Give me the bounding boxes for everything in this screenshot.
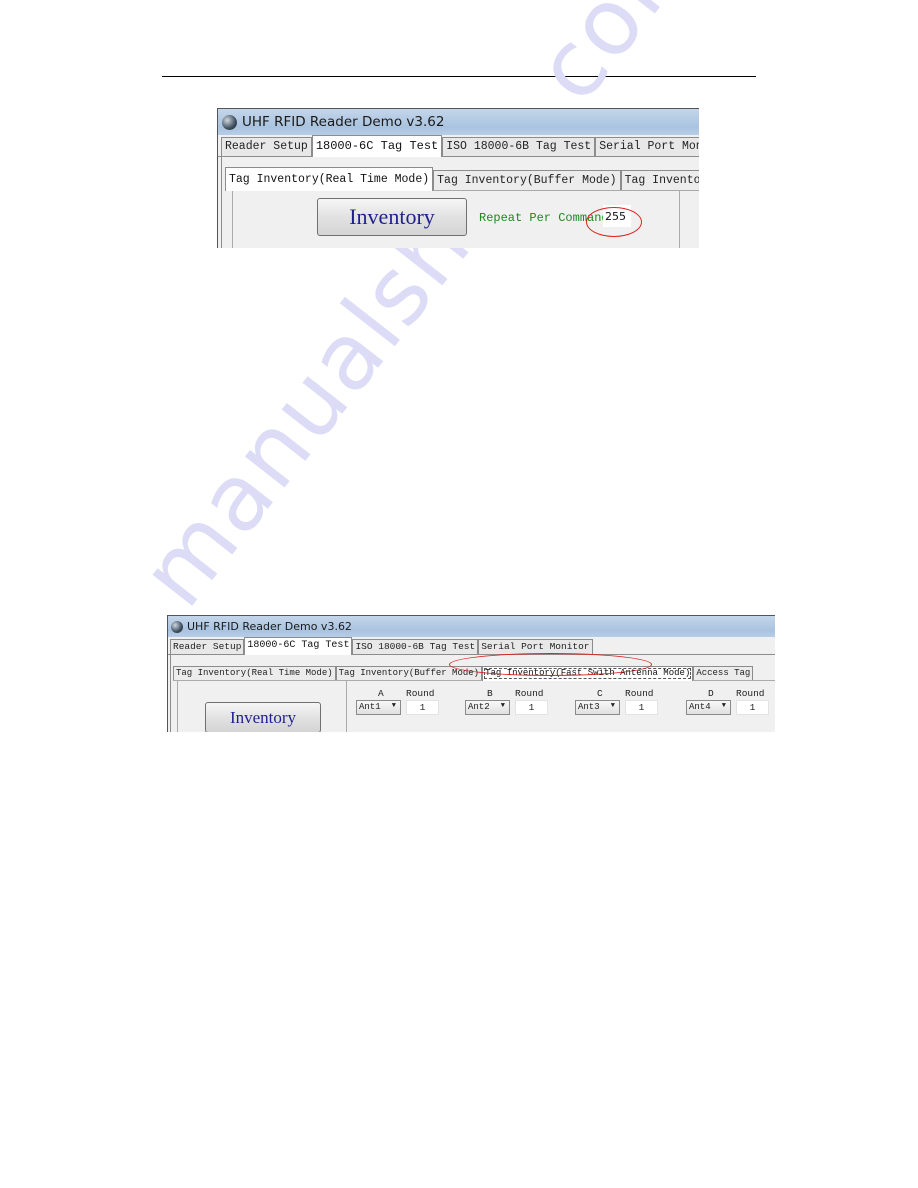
main-tabs: Reader Setup 18000-6C Tag Test ISO 18000… xyxy=(168,637,775,655)
subtab-fast-switch-antenna-mode[interactable]: Tag Inventory(Fast Swith Antenna Mode) xyxy=(482,666,694,681)
window-title: UHF RFID Reader Demo v3.62 xyxy=(187,620,352,633)
sub-tabs: Tag Inventory(Real Time Mode) Tag Invent… xyxy=(173,664,775,681)
chevron-down-icon: ▼ xyxy=(610,702,615,710)
page-header-rule xyxy=(162,76,756,77)
antenna-select-value: Ant4 xyxy=(689,702,711,712)
panel-divider xyxy=(679,191,680,248)
antenna-b-select[interactable]: Ant2 ▼ xyxy=(465,700,510,715)
app-globe-icon xyxy=(222,114,237,130)
chevron-down-icon: ▼ xyxy=(391,702,396,710)
repeat-per-command-label: Repeat Per Command xyxy=(479,211,609,225)
subtab-fast-switch-antenna-mode[interactable]: Tag Inventory(Fas xyxy=(620,170,699,190)
sub-tabs: Tag Inventory(Real Time Mode) Tag Invent… xyxy=(225,167,699,191)
inventory-button[interactable]: Inventory xyxy=(317,198,467,236)
tab-reader-setup[interactable]: Reader Setup xyxy=(221,137,312,156)
antenna-select-value: Ant2 xyxy=(468,702,490,712)
antenna-letter: C xyxy=(597,688,603,699)
inventory-content: Inventory Repeat Per Command xyxy=(232,191,699,248)
tab-reader-setup[interactable]: Reader Setup xyxy=(170,639,245,654)
tab-serial-port-monitor[interactable]: Serial Port Monitor xyxy=(478,639,593,654)
chevron-down-icon: ▼ xyxy=(500,702,505,710)
panel-divider xyxy=(346,681,347,732)
subtab-real-time-mode[interactable]: Tag Inventory(Real Time Mode) xyxy=(173,666,336,680)
tab-serial-port-monitor[interactable]: Serial Port Monitor xyxy=(595,137,699,156)
subtab-buffer-mode[interactable]: Tag Inventory(Buffer Mode) xyxy=(433,170,621,190)
round-label: Round xyxy=(625,688,654,699)
subtab-access-tag[interactable]: Access Tag xyxy=(693,666,754,680)
round-d-input[interactable]: 1 xyxy=(736,700,769,715)
watermark: manualshive.com xyxy=(120,0,724,626)
antenna-d-select[interactable]: Ant4 ▼ xyxy=(686,700,731,715)
round-label: Round xyxy=(515,688,544,699)
chevron-down-icon: ▼ xyxy=(721,702,726,710)
screenshot-fast-switch-antenna-mode: UHF RFID Reader Demo v3.62 Reader Setup … xyxy=(167,615,775,732)
tab-18000-6c-tag-test[interactable]: 18000-6C Tag Test xyxy=(311,135,443,157)
subtab-buffer-mode[interactable]: Tag Inventory(Buffer Mode) xyxy=(335,666,483,680)
tab-panel: Tag Inventory(Real Time Mode) Tag Invent… xyxy=(170,655,775,732)
antenna-letter: A xyxy=(378,688,384,699)
app-globe-icon xyxy=(171,620,183,633)
round-b-input[interactable]: 1 xyxy=(515,700,548,715)
round-label: Round xyxy=(406,688,435,699)
title-bar: UHF RFID Reader Demo v3.62 xyxy=(168,616,775,637)
main-tabs: Reader Setup 18000-6C Tag Test ISO 18000… xyxy=(218,135,699,157)
antenna-select-value: Ant3 xyxy=(578,702,600,712)
round-label: Round xyxy=(736,688,765,699)
window-title: UHF RFID Reader Demo v3.62 xyxy=(242,114,445,130)
screenshot-real-time-mode: UHF RFID Reader Demo v3.62 Reader Setup … xyxy=(217,108,699,248)
tab-iso-18000-6b-tag-test[interactable]: ISO 18000-6B Tag Test xyxy=(442,137,596,156)
round-c-input[interactable]: 1 xyxy=(625,700,658,715)
tab-18000-6c-tag-test[interactable]: 18000-6C Tag Test xyxy=(244,637,353,655)
inventory-content: Inventory A Round Ant1 ▼ 1 B Round Ant2 … xyxy=(177,681,775,732)
tab-iso-18000-6b-tag-test[interactable]: ISO 18000-6B Tag Test xyxy=(352,639,479,654)
antenna-letter: D xyxy=(708,688,714,699)
repeat-per-command-input[interactable] xyxy=(603,205,631,227)
title-bar: UHF RFID Reader Demo v3.62 xyxy=(218,109,699,135)
antenna-letter: B xyxy=(487,688,493,699)
antenna-c-select[interactable]: Ant3 ▼ xyxy=(575,700,620,715)
tab-panel: Tag Inventory(Real Time Mode) Tag Invent… xyxy=(221,157,699,248)
round-a-input[interactable]: 1 xyxy=(406,700,439,715)
inventory-button[interactable]: Inventory xyxy=(205,702,321,732)
subtab-real-time-mode[interactable]: Tag Inventory(Real Time Mode) xyxy=(225,167,434,191)
antenna-a-select[interactable]: Ant1 ▼ xyxy=(356,700,401,715)
antenna-select-value: Ant1 xyxy=(359,702,381,712)
